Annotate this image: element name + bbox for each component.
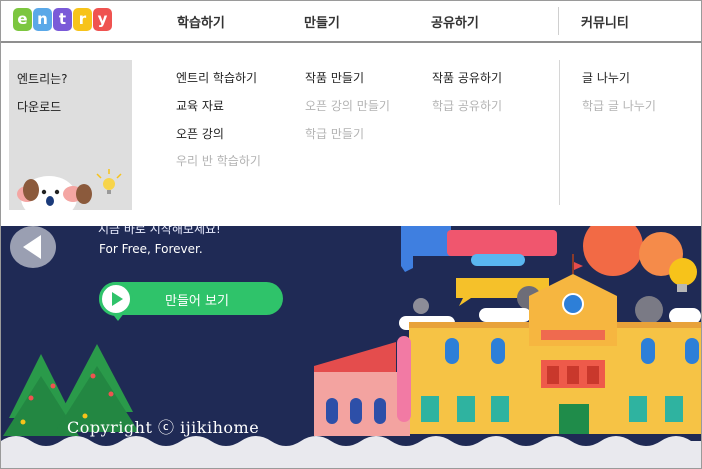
side-link-download[interactable]: 다운로드 (17, 98, 61, 115)
hero-banner: 지금 바로 시작해보세요! For Free, Forever. 만들어 보기 … (1, 226, 701, 468)
dropdown-divider (559, 60, 560, 205)
hero-headline: 지금 바로 시작해보세요! (98, 226, 221, 236)
nav-community[interactable]: 커뮤니티 (581, 12, 629, 31)
nav-learn[interactable]: 학습하기 (177, 12, 225, 31)
play-icon (112, 292, 123, 306)
entry-logo[interactable]: e n t r y (13, 8, 112, 31)
logo-letter-n: n (33, 8, 52, 31)
browser-frame: e n t r y 학습하기 만들기 공유하기 커뮤니티 엔트리는? 다운로드 (0, 0, 702, 469)
entry-mascot-icon (17, 169, 122, 214)
nav-dropdown-menu: 엔트리는? 다운로드 엔트리 학습하기 교육 자료 오픈 강의 우리 반 학습하… (1, 45, 701, 226)
start-making-label: 만들어 보기 (165, 294, 229, 309)
menu-share-class[interactable]: 학급 공유하기 (432, 97, 502, 114)
menu-open-lecture[interactable]: 오픈 강의 (176, 125, 224, 142)
menu-share-project[interactable]: 작품 공유하기 (432, 69, 502, 86)
menu-class-learning[interactable]: 우리 반 학습하기 (176, 152, 261, 169)
menu-make-project[interactable]: 작품 만들기 (305, 69, 364, 86)
nav-create[interactable]: 만들기 (304, 12, 340, 31)
logo-letter-e: e (13, 8, 32, 31)
start-making-button[interactable]: 만들어 보기 (99, 282, 283, 321)
menu-make-class[interactable]: 학급 만들기 (305, 125, 364, 142)
side-link-about[interactable]: 엔트리는? (17, 70, 68, 87)
menu-make-open-lecture[interactable]: 오픈 강의 만들기 (305, 97, 390, 114)
logo-letter-r: r (73, 8, 92, 31)
menu-share-post[interactable]: 글 나누기 (582, 69, 630, 86)
carousel-prev-button[interactable] (10, 226, 56, 268)
play-button-circle (99, 282, 133, 316)
menu-class-post[interactable]: 학급 글 나누기 (582, 97, 656, 114)
arrow-left-icon (23, 235, 41, 259)
nav-divider (558, 7, 559, 35)
menu-entry-learning[interactable]: 엔트리 학습하기 (176, 69, 257, 86)
logo-letter-y: y (93, 8, 112, 31)
top-nav-bar: e n t r y 학습하기 만들기 공유하기 커뮤니티 (1, 1, 701, 43)
logo-letter-t: t (53, 8, 72, 31)
menu-edu-materials[interactable]: 교육 자료 (176, 97, 224, 114)
copyright-watermark: Copyright ⓒ ijikihome (67, 418, 260, 437)
nav-share[interactable]: 공유하기 (431, 12, 479, 31)
side-panel: 엔트리는? 다운로드 (9, 60, 132, 214)
hero-subheadline: For Free, Forever. (99, 242, 203, 256)
